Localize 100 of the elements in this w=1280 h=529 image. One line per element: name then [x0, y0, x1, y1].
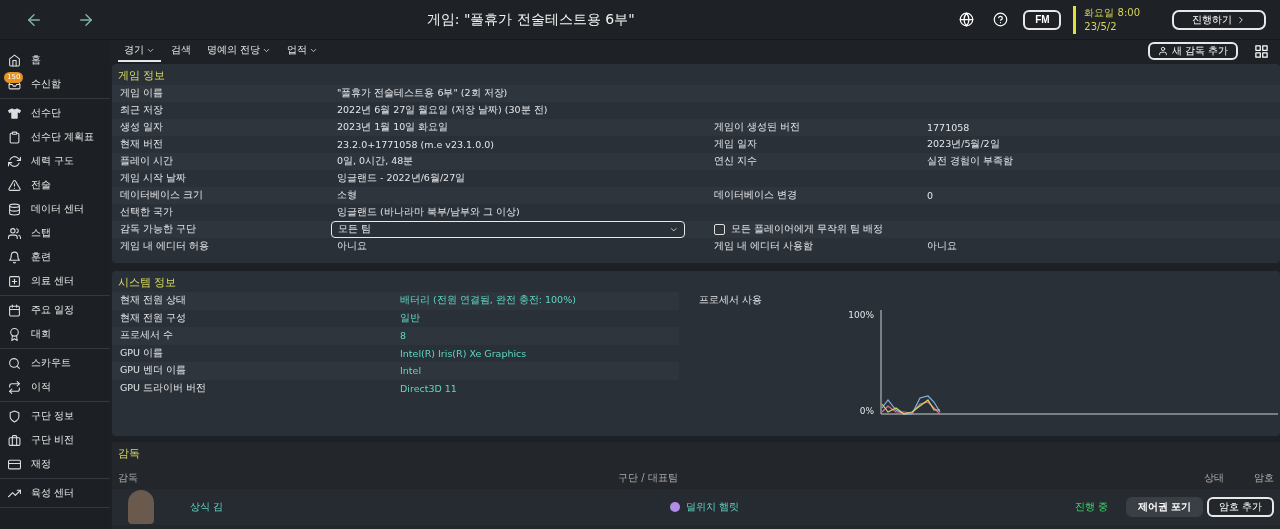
- field-value: 0일, 0시간, 48분: [337, 155, 415, 168]
- add-password-button[interactable]: 암호 추가: [1207, 497, 1274, 517]
- field-value: 2022년 6월 27일 월요일 (저장 날짜) (30분 전): [337, 104, 549, 117]
- field-value: Direct3D 11: [400, 382, 458, 394]
- field-label: 프로세서 수: [120, 329, 175, 343]
- sidebar-item[interactable]: 스카우트: [0, 351, 110, 375]
- axis-tick: 100%: [848, 310, 874, 320]
- field-label: 게임 일자: [714, 138, 759, 151]
- field-value: 2023년/5월/2일: [927, 138, 1001, 151]
- field-label: 데이터베이스 크기: [120, 189, 205, 202]
- fm-button[interactable]: FM: [1023, 9, 1062, 30]
- avatar-silhouette: [128, 490, 154, 524]
- sidebar-item[interactable]: 육성 센터: [0, 481, 110, 505]
- shield-icon: [8, 409, 21, 423]
- checkbox[interactable]: [714, 224, 725, 235]
- card-icon: [8, 457, 21, 471]
- sidebar-item[interactable]: 전술: [0, 173, 110, 197]
- field-label: GPU 벤더 이름: [120, 364, 188, 378]
- field-label: 데이터베이스 변경: [714, 189, 799, 202]
- checkbox-label: 모든 플레이어에게 무작위 팀 배정: [731, 223, 884, 236]
- search-icon: [8, 356, 21, 370]
- sidebar-item[interactable]: 선수단: [0, 101, 110, 125]
- bell-icon: [8, 250, 21, 264]
- medical-icon: [8, 274, 21, 288]
- menu-tab[interactable]: 명예의 전당: [201, 40, 278, 62]
- clipboard-icon: [8, 130, 21, 144]
- release-control-button[interactable]: 제어권 포기: [1126, 497, 1204, 517]
- field-label: 게임이 생성된 버전: [714, 121, 802, 134]
- column-header: 암호: [1253, 471, 1274, 485]
- team-dropdown[interactable]: 모든 팀: [331, 221, 685, 238]
- shirt-icon: [8, 106, 21, 120]
- field-label: 게임 시작 날짜: [120, 172, 188, 185]
- database-icon: [8, 202, 21, 216]
- field-value: 2023년 1월 10일 화요일: [337, 121, 450, 134]
- menu-tab[interactable]: 경기: [118, 40, 161, 62]
- sidebar-item[interactable]: 스탭: [0, 221, 110, 245]
- person-icon: [1158, 46, 1169, 56]
- field-label: 현재 전원 상태: [120, 294, 188, 308]
- sidebar-item[interactable]: 데이터 센터: [0, 197, 110, 221]
- home-icon: [8, 53, 21, 67]
- field-label: 게임 내 에디터 사용함: [714, 240, 815, 253]
- column-header: 상태: [1203, 471, 1224, 485]
- field-value: 잉글랜드 (바나라마 북부/남부와 그 이상): [337, 206, 521, 219]
- briefcase-icon: [8, 433, 21, 447]
- sidebar-item[interactable]: 홈: [0, 48, 110, 72]
- field-value: 0: [927, 190, 935, 201]
- people-icon: [8, 226, 21, 240]
- field-value: 아니요: [337, 240, 368, 253]
- field-value: 소형: [337, 189, 358, 202]
- menu-tab[interactable]: 검색: [165, 40, 197, 62]
- sidebar-item[interactable]: 훈련: [0, 245, 110, 269]
- field-label: 선택한 국가: [120, 206, 175, 219]
- date-text: 23/5/2: [1084, 19, 1118, 34]
- award-icon: [8, 327, 21, 341]
- field-value: "풀휴가 전술테스트용 6부" (2회 저장): [337, 87, 509, 100]
- field-value: 23.2.0+1771058 (m.e v23.1.0.0): [337, 139, 495, 150]
- field-value: 아니요: [927, 240, 958, 253]
- field-value: 일반: [400, 311, 421, 325]
- column-header: 구단 / 대표팀: [618, 471, 679, 485]
- sidebar-item[interactable]: 주요 일정: [0, 298, 110, 322]
- manager-name[interactable]: 상식 김: [190, 500, 670, 514]
- field-label: GPU 이름: [120, 346, 165, 360]
- chart-label: 프로세서 사용: [699, 294, 763, 307]
- field-label: 생성 일자: [120, 121, 165, 134]
- sidebar-item[interactable]: 구단 정보: [0, 404, 110, 428]
- sidebar-item[interactable]: 의료 센터: [0, 269, 110, 293]
- field-value: Intel(R) Iris(R) Xe Graphics: [400, 347, 528, 359]
- add-manager-button[interactable]: 새 감독 추가: [1148, 42, 1238, 60]
- field-label: GPU 드라이버 버전: [120, 381, 208, 395]
- field-label: 최근 저장: [120, 104, 165, 117]
- chevron-icon: [1236, 14, 1246, 25]
- menu-tab[interactable]: 업적: [281, 40, 325, 62]
- field-value: 실전 경험이 부족함: [927, 155, 1015, 168]
- status-text: 진행 중: [1075, 500, 1109, 514]
- field-value: 배터리 (전원 연결됨, 완전 충전: 100%): [400, 294, 577, 308]
- field-value: 1771058: [927, 122, 971, 133]
- continue-button[interactable]: 진행하기: [1172, 9, 1266, 30]
- field-value: 8: [400, 330, 408, 342]
- transfer-icon: [8, 380, 21, 394]
- club-name[interactable]: 덜위치 햄릿: [686, 500, 740, 514]
- field-label: 플레이 시간: [120, 155, 175, 168]
- sidebar-item[interactable]: 구단 비전: [0, 428, 110, 452]
- calendar-icon: [8, 303, 21, 317]
- club-icon: [670, 502, 680, 512]
- field-label: 현재 버전: [120, 138, 165, 151]
- sidebar-item[interactable]: 재정: [0, 452, 110, 476]
- sidebar-item[interactable]: 선수단 계획표: [0, 125, 110, 149]
- section-title: 시스템 정보: [117, 275, 178, 291]
- sidebar-item[interactable]: 대회: [0, 322, 110, 346]
- sidebar-item[interactable]: 이적: [0, 375, 110, 399]
- sidebar-item[interactable]: 세력 구도: [0, 149, 110, 173]
- warning-icon: [8, 178, 21, 192]
- day-time-text: 화요일 8:00: [1084, 5, 1140, 20]
- field-label: 현재 전원 구성: [120, 311, 188, 325]
- field-value: 잉글랜드 - 2022년/6월/27일: [337, 172, 467, 185]
- section-title: 게임 정보: [117, 68, 167, 84]
- field-label: 감독 가능한 구단: [120, 223, 198, 236]
- section-title: 감독: [117, 446, 141, 462]
- field-label: 게임 이름: [120, 87, 165, 100]
- field-label: 게임 내 에디터 허용: [120, 240, 211, 253]
